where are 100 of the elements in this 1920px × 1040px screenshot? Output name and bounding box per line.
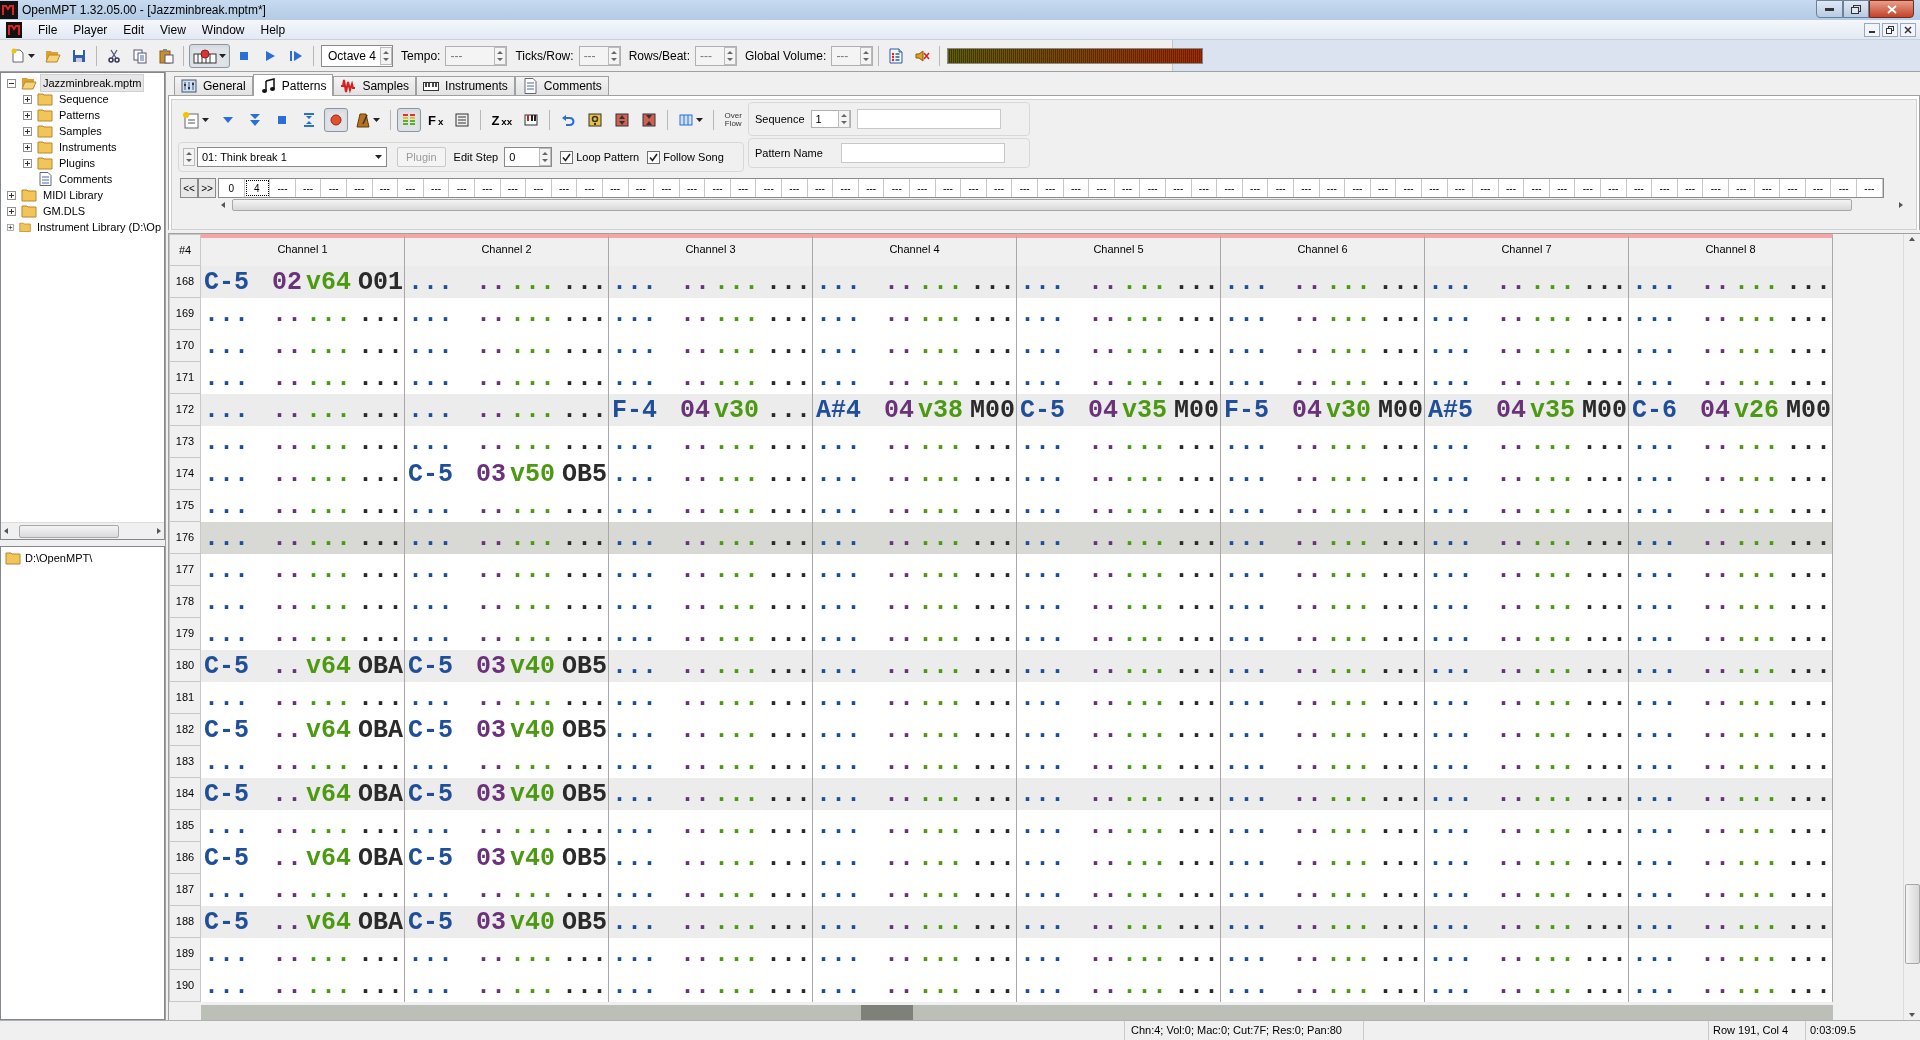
tab[interactable]: General	[174, 76, 253, 95]
expand-icon[interactable]	[7, 222, 14, 232]
octave-spinner[interactable]: Octave 4	[321, 44, 394, 67]
volume-text: ...	[1734, 493, 1780, 519]
volume-text: ...	[1530, 365, 1576, 391]
effect-text: ...	[970, 813, 1016, 839]
tab[interactable]: Samples	[333, 76, 417, 95]
note-text: ...	[408, 941, 454, 967]
record-button[interactable]	[324, 108, 348, 132]
effect-text: ...	[562, 557, 608, 583]
note-text: ...	[1224, 909, 1270, 935]
expand-icon[interactable]	[7, 206, 16, 216]
expand-icon[interactable]	[23, 142, 32, 152]
tree-item[interactable]: Jazzminbreak.mptm	[40, 73, 145, 93]
child-close-button[interactable]	[1900, 22, 1916, 37]
collapse-icon[interactable]	[7, 78, 16, 88]
pattern-name-field[interactable]	[840, 143, 1005, 163]
channel-header[interactable]: Channel 5	[1017, 234, 1221, 266]
folder-icon	[37, 156, 53, 170]
vu-meter-button[interactable]	[397, 108, 421, 132]
sequence-spinner[interactable]: 1	[810, 110, 851, 128]
effect-text: ...	[1174, 365, 1220, 391]
note-text: ...	[816, 301, 862, 327]
menu-item[interactable]: Help	[252, 20, 294, 39]
expand-icon[interactable]	[7, 190, 16, 200]
expand-icon[interactable]	[23, 110, 32, 120]
effect-text: ...	[358, 973, 404, 999]
channel-header[interactable]: Channel 3	[609, 234, 813, 266]
instrument-text: ..	[680, 365, 711, 391]
overflow-button[interactable]: Over Flow	[720, 108, 747, 132]
effect-text: ...	[562, 301, 608, 327]
instrument-text: ..	[1496, 557, 1527, 583]
scroll-thumb[interactable]	[232, 199, 1852, 211]
volume-text: ...	[1530, 685, 1576, 711]
tab[interactable]: Comments	[514, 76, 609, 95]
note-text: ...	[1632, 717, 1678, 743]
note-text: ...	[204, 333, 250, 359]
child-minimize-button[interactable]	[1864, 22, 1880, 37]
volume-text: ...	[306, 525, 352, 551]
vertical-scrollbar[interactable]	[1903, 234, 1920, 1020]
instrument-text: ..	[680, 589, 711, 615]
tab[interactable]: Patterns	[252, 74, 334, 96]
menu-item[interactable]: Edit	[115, 20, 153, 39]
horizontal-scrollbar[interactable]	[201, 1005, 1833, 1020]
sequence-name-field[interactable]	[856, 109, 1001, 129]
scroll-thumb[interactable]	[1904, 884, 1920, 964]
expand-icon[interactable]	[23, 94, 32, 104]
volume-text: ...	[1734, 301, 1780, 327]
channel-header[interactable]: Channel 8	[1629, 234, 1833, 266]
note-text: C-5	[204, 781, 250, 807]
instrument-text: ..	[1088, 301, 1119, 327]
close-button[interactable]	[1869, 0, 1914, 18]
instrument-text: ..	[680, 621, 711, 647]
expand-icon[interactable]	[23, 126, 32, 136]
menu-item[interactable]: Player	[65, 20, 116, 39]
effect-text: ...	[358, 813, 404, 839]
volume-text: ...	[1122, 589, 1168, 615]
volume-text: ...	[1122, 813, 1168, 839]
menu-item[interactable]: Window	[193, 20, 253, 39]
channel-header[interactable]: Channel 2	[405, 234, 609, 266]
checkbox[interactable]: Loop Pattern	[560, 148, 640, 166]
instrument-text: ..	[272, 557, 303, 583]
effect-text: ...	[1582, 749, 1628, 775]
folder-path[interactable]: D:\OpenMPT\	[25, 550, 93, 567]
effect-text: OBA	[358, 845, 404, 871]
effect-text: ...	[1786, 717, 1832, 743]
spinner-arrows-icon[interactable]	[380, 46, 393, 65]
checkbox[interactable]: Follow Song	[647, 148, 724, 166]
channel-header[interactable]: Channel 6	[1221, 234, 1425, 266]
effect-text: ...	[1174, 493, 1220, 519]
spinner-arrows-icon[interactable]	[539, 148, 552, 166]
instrument-text: ..	[272, 653, 303, 679]
channel-header[interactable]: Channel 1	[201, 234, 405, 266]
channel-header[interactable]: Channel 7	[1425, 234, 1629, 266]
effect-text: ...	[562, 941, 608, 967]
scroll-thumb[interactable]	[19, 524, 119, 538]
edit-step-spinner[interactable]: 0	[504, 147, 553, 167]
horizontal-scrollbar[interactable]	[1, 522, 164, 539]
menu-item[interactable]: View	[152, 20, 194, 39]
effect-text: ...	[766, 621, 812, 647]
restore-button[interactable]	[1843, 0, 1869, 18]
spinner-arrows-icon[interactable]	[183, 148, 195, 166]
next-button[interactable]: >>	[198, 178, 216, 198]
volume-text: v40	[510, 909, 556, 935]
tab[interactable]: Instruments	[416, 76, 515, 95]
previous-button[interactable]: <<	[180, 178, 198, 198]
field-label: Ticks/Row:	[515, 47, 574, 65]
scroll-thumb[interactable]	[861, 1005, 913, 1020]
sliders-icon	[181, 78, 197, 94]
pattern-dropdown[interactable]: 01: Think break 1	[197, 147, 387, 167]
keyboard-record-button[interactable]	[189, 43, 230, 68]
expand-icon[interactable]	[23, 158, 32, 168]
order-item[interactable]: 4	[244, 179, 271, 197]
channel-header[interactable]: Channel 4	[813, 234, 1017, 266]
instrument-text: ..	[884, 909, 915, 935]
volume-text: ...	[918, 717, 964, 743]
minimize-button[interactable]	[1816, 0, 1843, 18]
menu-item[interactable]: File	[30, 20, 66, 39]
spinner-arrows-icon[interactable]	[837, 110, 850, 128]
child-restore-button[interactable]	[1882, 22, 1898, 37]
